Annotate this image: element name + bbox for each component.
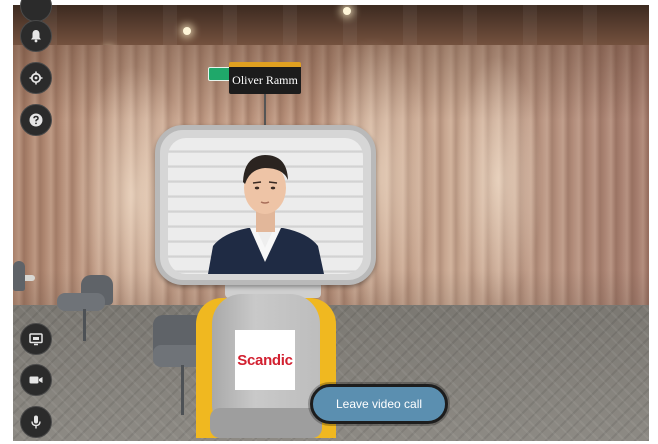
participant-portrait — [208, 155, 324, 274]
ceiling-light — [343, 7, 351, 15]
participant-name-tag: Oliver Ramm — [229, 62, 301, 94]
microphone-button[interactable] — [20, 406, 52, 438]
bell-icon — [31, 30, 41, 43]
share-screen-icon — [29, 333, 43, 346]
camera-button[interactable] — [20, 364, 52, 396]
help-icon — [29, 113, 43, 127]
share-screen-button[interactable] — [20, 323, 52, 355]
scandic-logo: Scandic — [237, 351, 293, 369]
settings-icon — [29, 71, 43, 85]
camera-icon — [29, 376, 43, 384]
leave-video-call-button[interactable]: Leave video call — [310, 384, 448, 424]
chair — [13, 261, 25, 291]
ceiling-light — [183, 27, 191, 35]
settings-button[interactable] — [20, 62, 52, 94]
robot-logo-plate: Scandic — [235, 330, 295, 390]
microphone-icon — [31, 415, 41, 429]
help-button[interactable] — [20, 104, 52, 136]
robot-screen — [155, 125, 376, 285]
notifications-button[interactable] — [20, 20, 52, 52]
participant-video-feed — [168, 138, 363, 274]
